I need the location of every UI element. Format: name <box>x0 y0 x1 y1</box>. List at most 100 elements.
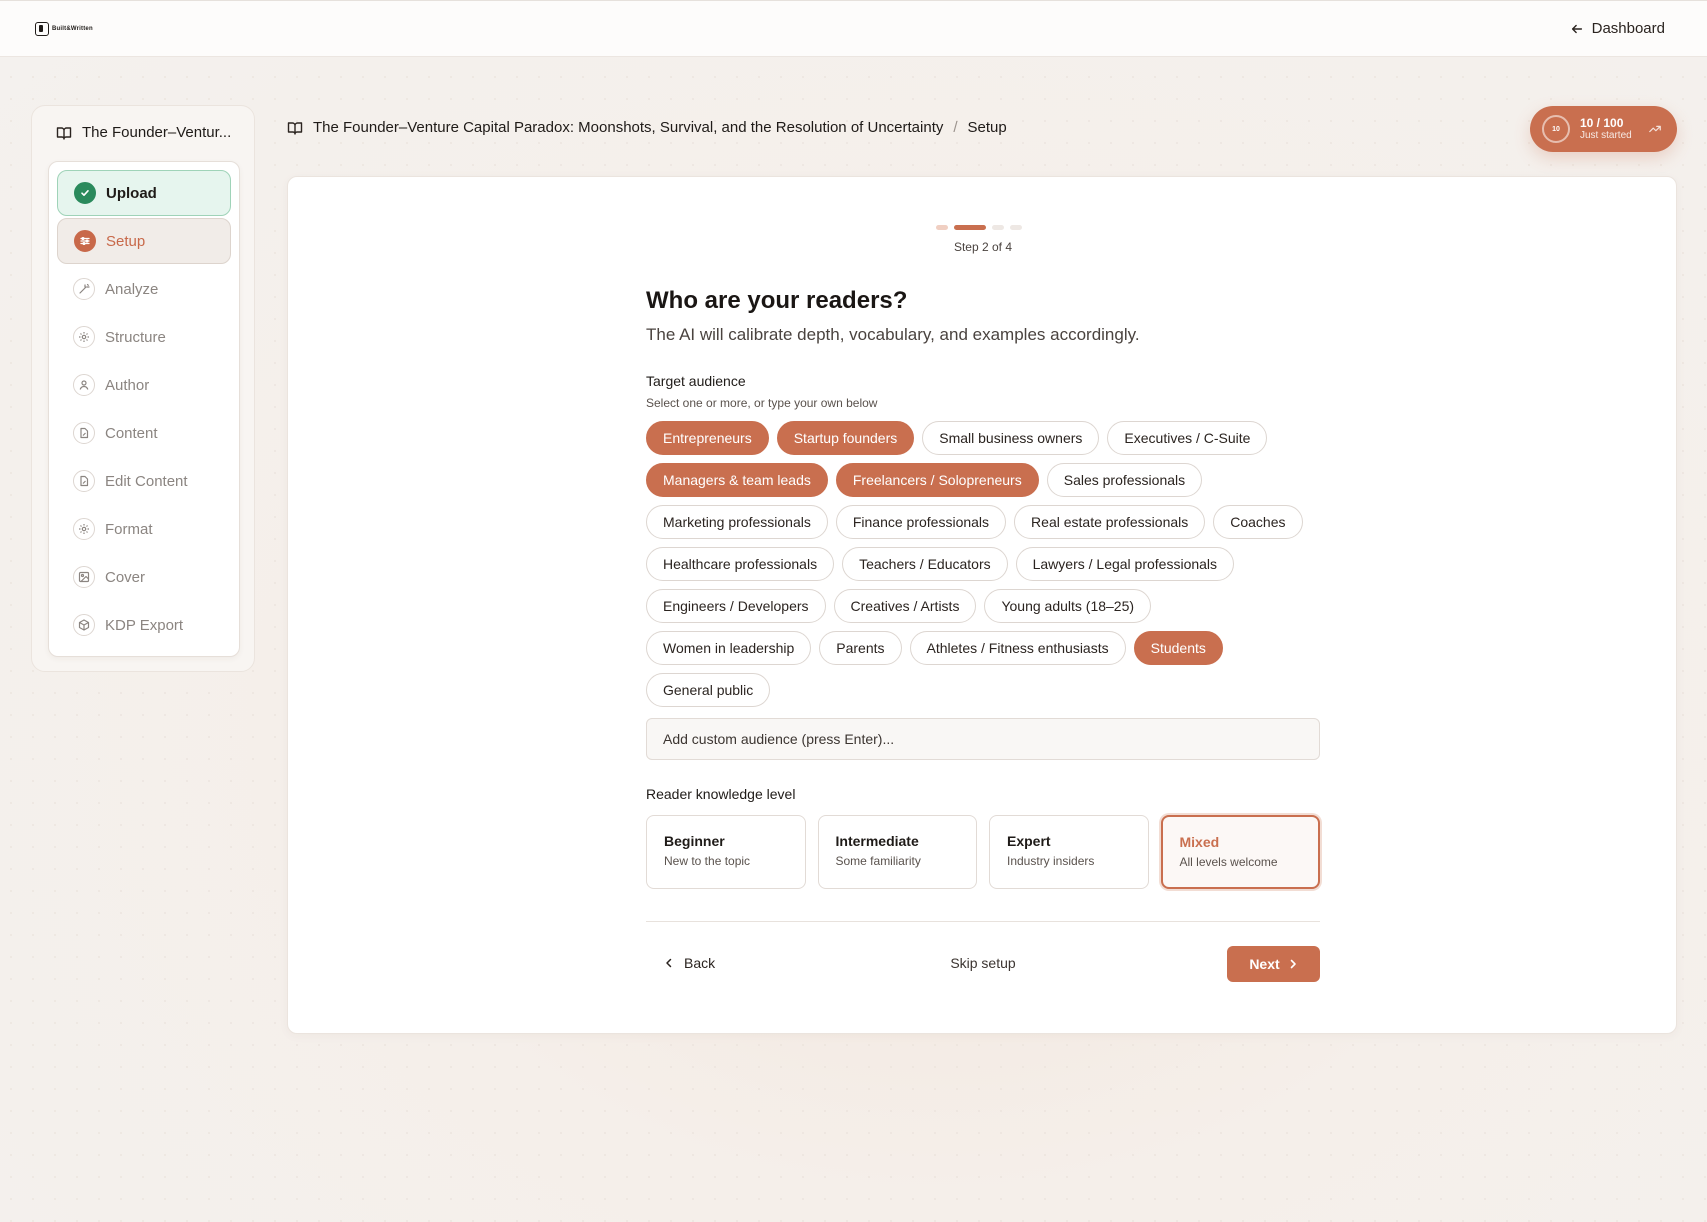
top-bar: Built&Written Dashboard <box>0 0 1707 57</box>
sidebar-book-title: The Founder–Ventur... <box>56 124 231 141</box>
file-edit-icon <box>73 422 95 444</box>
page-subtitle: The AI will calibrate depth, vocabulary,… <box>646 325 1140 344</box>
logo-text: Built&Written <box>52 26 93 32</box>
sidebar-item-label: Structure <box>105 328 166 346</box>
sidebar-steps: Upload Setup Analyze Structure Author Co… <box>48 161 240 657</box>
sidebar-item-label: Setup <box>106 232 146 250</box>
sidebar-item-content[interactable]: Content <box>57 410 231 456</box>
audience-chip[interactable]: Coaches <box>1213 505 1303 539</box>
sidebar-item-label: Edit Content <box>105 472 188 490</box>
audience-chips: Entrepreneurs Startup founders Small busin… <box>646 421 1320 707</box>
breadcrumb-current: Setup <box>967 119 1007 136</box>
audience-chip[interactable]: Healthcare professionals <box>646 547 835 581</box>
audience-chip[interactable]: Teachers / Educators <box>842 547 1008 581</box>
next-label: Next <box>1249 956 1280 972</box>
step-dot <box>1010 225 1022 230</box>
skip-setup-button[interactable]: Skip setup <box>646 955 1320 971</box>
knowledge-level-option[interactable]: Beginner New to the topic <box>646 815 806 889</box>
audience-chip[interactable]: Creatives / Artists <box>833 589 977 623</box>
sidebar-item-label: Format <box>105 520 153 538</box>
audience-chip[interactable]: Freelancers / Solopreneurs <box>835 463 1039 497</box>
sidebar-item-cover[interactable]: Cover <box>57 554 231 600</box>
user-icon <box>73 374 95 396</box>
audience-chip[interactable]: Athletes / Fitness enthusiasts <box>909 631 1126 665</box>
sidebar-item-label: KDP Export <box>105 616 184 634</box>
breadcrumb-book[interactable]: The Founder–Venture Capital Paradox: Moo… <box>313 119 943 136</box>
audience-chip[interactable]: Engineers / Developers <box>646 589 826 623</box>
breadcrumb-separator: / <box>953 119 958 136</box>
knowledge-level-description: All levels welcome <box>1179 855 1278 869</box>
knowledge-level-title: Mixed <box>1179 834 1220 850</box>
knowledge-level-option[interactable]: Intermediate Some familiarity <box>817 815 977 889</box>
gear-icon <box>73 518 95 540</box>
audience-chip[interactable]: Real estate professionals <box>1014 505 1206 539</box>
knowledge-level-title: Intermediate <box>835 833 919 849</box>
breadcrumb: The Founder–Venture Capital Paradox: Moo… <box>287 119 1007 136</box>
score-value: 10 / 100 <box>1580 115 1624 130</box>
audience-chip[interactable]: Young adults (18–25) <box>984 589 1152 623</box>
audience-chip[interactable]: Small business owners <box>922 421 1100 455</box>
sidebar-item-setup[interactable]: Setup <box>57 218 231 264</box>
dashboard-label: Dashboard <box>1591 20 1665 37</box>
audience-chip[interactable]: Parents <box>819 631 902 665</box>
setup-card: Step 2 of 4 Who are your readers? The AI… <box>287 176 1677 1034</box>
logo-icon <box>35 22 49 36</box>
sidebar-item-label: Content <box>105 424 158 442</box>
audience-chip[interactable]: Startup founders <box>776 421 915 455</box>
audience-chip[interactable]: Finance professionals <box>835 505 1007 539</box>
custom-audience-input[interactable] <box>646 718 1320 760</box>
audience-chip[interactable]: Managers & team leads <box>646 463 828 497</box>
step-label: Step 2 of 4 <box>953 240 1013 254</box>
wizard-footer: Back Skip setup Next <box>646 922 1320 982</box>
knowledge-label: Reader knowledge level <box>646 786 796 802</box>
knowledge-level-description: Some familiarity <box>835 854 921 868</box>
check-circle-icon <box>74 182 96 204</box>
audience-chip[interactable]: Entrepreneurs <box>646 421 769 455</box>
audience-hint: Select one or more, or type your own bel… <box>646 396 878 410</box>
wizard-content: Who are your readers? The AI will calibr… <box>646 287 1320 982</box>
sidebar: The Founder–Ventur... Upload Setup Analy… <box>31 105 255 672</box>
step-dot-active <box>954 225 986 230</box>
knowledge-level-title: Beginner <box>664 833 725 849</box>
audience-chip[interactable]: Lawyers / Legal professionals <box>1015 547 1235 581</box>
score-ring: 10 <box>1542 115 1570 143</box>
app-logo[interactable]: Built&Written <box>35 22 93 36</box>
sidebar-item-upload[interactable]: Upload <box>57 170 231 216</box>
arrow-left-icon <box>1571 24 1582 33</box>
image-icon <box>73 566 95 588</box>
knowledge-level-option[interactable]: Mixed All levels welcome <box>1160 815 1320 889</box>
knowledge-level-option[interactable]: Expert Industry insiders <box>989 815 1149 889</box>
package-icon <box>73 614 95 636</box>
sidebar-item-kdp-export[interactable]: KDP Export <box>57 602 231 648</box>
gear-icon <box>73 326 95 348</box>
sidebar-item-format[interactable]: Format <box>57 506 231 552</box>
knowledge-level-title: Expert <box>1007 833 1051 849</box>
step-dot <box>936 225 948 230</box>
audience-chip[interactable]: Women in leadership <box>646 631 812 665</box>
knowledge-level-description: New to the topic <box>664 854 751 868</box>
audience-chip[interactable]: Marketing professionals <box>646 505 828 539</box>
chevron-right-icon <box>1290 959 1296 969</box>
next-button[interactable]: Next <box>1227 946 1320 982</box>
knowledge-levels: Beginner New to the topic Intermediate Some… <box>646 815 1320 889</box>
audience-chip[interactable]: Students <box>1133 631 1223 665</box>
step-indicator <box>936 225 1022 230</box>
audience-chip[interactable]: General public <box>646 673 771 707</box>
sidebar-item-label: Upload <box>106 184 157 202</box>
knowledge-level-description: Industry insiders <box>1007 854 1095 868</box>
sidebar-item-structure[interactable]: Structure <box>57 314 231 360</box>
sidebar-book-title-text: The Founder–Ventur... <box>82 124 232 141</box>
book-icon <box>56 126 72 140</box>
sidebar-item-edit-content[interactable]: Edit Content <box>57 458 231 504</box>
sidebar-item-analyze[interactable]: Analyze <box>57 266 231 312</box>
audience-chip[interactable]: Executives / C-Suite <box>1107 421 1268 455</box>
audience-label: Target audience <box>646 373 746 389</box>
sidebar-item-label: Analyze <box>105 280 159 298</box>
dashboard-link[interactable]: Dashboard <box>1570 20 1665 37</box>
sidebar-item-label: Cover <box>105 568 146 586</box>
wand-icon <box>73 278 95 300</box>
progress-score-badge[interactable]: 10 10 / 100 Just started <box>1530 106 1677 152</box>
book-icon <box>287 121 303 135</box>
sidebar-item-author[interactable]: Author <box>57 362 231 408</box>
audience-chip[interactable]: Sales professionals <box>1046 463 1203 497</box>
